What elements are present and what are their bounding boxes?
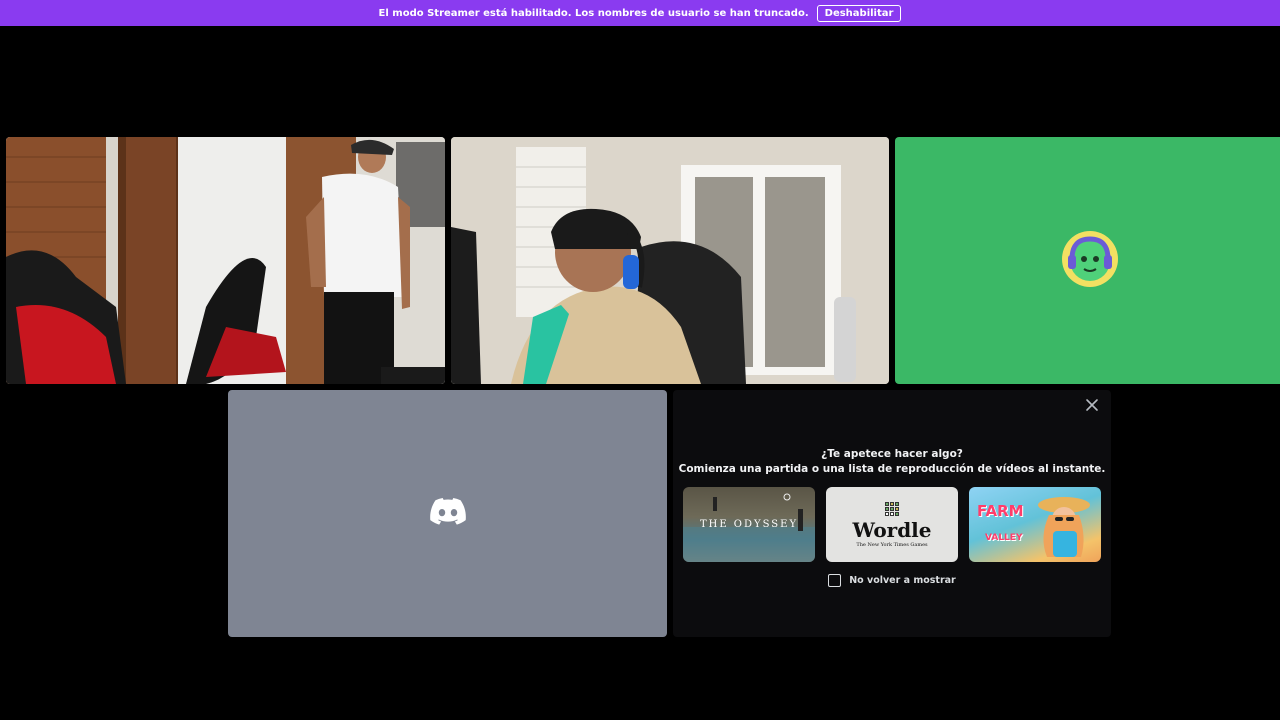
card-subtitle: The New York Times Games bbox=[856, 541, 928, 548]
panel-subtitle: Comienza una partida o una lista de repr… bbox=[678, 463, 1106, 475]
video-feed-1 bbox=[6, 137, 445, 384]
panel-title: ¿Te apetece hacer algo? bbox=[821, 448, 963, 460]
disable-streamer-mode-button[interactable]: Deshabilitar bbox=[816, 4, 902, 22]
activity-card-wordle[interactable]: Wordle The New York Times Games bbox=[826, 487, 958, 562]
streamer-mode-banner: El modo Streamer está habilitado. Los no… bbox=[0, 0, 1280, 26]
activity-suggestion-panel: ¿Te apetece hacer algo? Comienza una par… bbox=[673, 390, 1111, 637]
video-tile-2[interactable] bbox=[451, 137, 889, 384]
card-title: Wordle bbox=[852, 517, 932, 542]
streamer-mode-message: El modo Streamer está habilitado. Los no… bbox=[378, 7, 809, 19]
activity-card-farm-valley[interactable]: FARM VALLEY bbox=[969, 487, 1101, 562]
card-title: FARM bbox=[977, 502, 1024, 520]
user-avatar-icon bbox=[1062, 230, 1118, 291]
card-subtitle: VALLEY bbox=[985, 533, 1023, 543]
discord-logo-icon bbox=[429, 497, 466, 530]
video-tile-1[interactable] bbox=[6, 137, 445, 384]
dont-show-again-checkbox[interactable] bbox=[828, 574, 842, 587]
dont-show-again-label[interactable]: No volver a mostrar bbox=[849, 575, 956, 586]
activity-cards: THE ODYSSEY Wordle The New York Times Ga… bbox=[683, 487, 1101, 562]
empty-tile[interactable] bbox=[228, 390, 667, 637]
card-title: THE ODYSSEY bbox=[699, 519, 799, 530]
video-feed-2 bbox=[451, 137, 889, 384]
wordle-grid-icon bbox=[885, 501, 899, 516]
dont-show-again-row: No volver a mostrar bbox=[673, 574, 1111, 587]
avatar-tile[interactable] bbox=[895, 137, 1280, 384]
close-icon[interactable] bbox=[1083, 396, 1101, 414]
farm-artwork bbox=[1038, 497, 1090, 557]
activity-card-the-odyssey[interactable]: THE ODYSSEY bbox=[683, 487, 815, 562]
